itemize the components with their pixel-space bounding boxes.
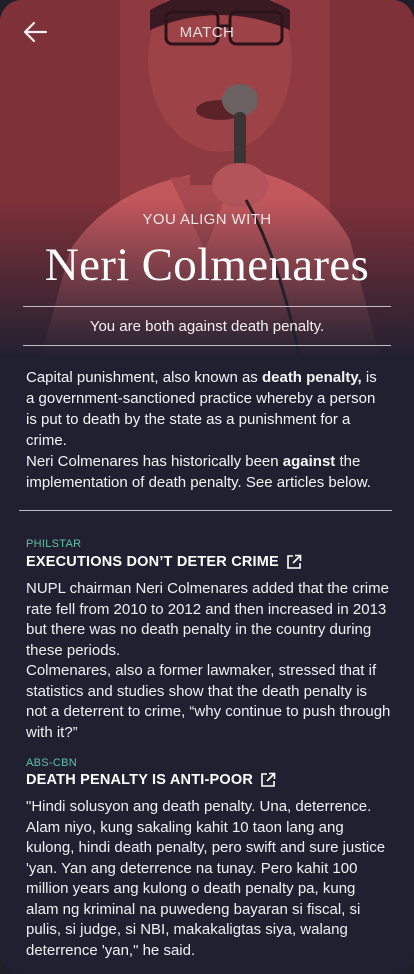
article-headline-link[interactable]: DEATH PENALTY IS ANTI-POOR: [26, 772, 276, 788]
external-link-icon: [261, 772, 276, 787]
intro-paragraph-definition: Capital punishment, also known as death …: [26, 367, 388, 451]
article-headline-link[interactable]: EXECUTIONS DON’T DETER CRIME: [26, 554, 302, 570]
article-headline: DEATH PENALTY IS ANTI-POOR: [26, 772, 254, 788]
intro-paragraph-stance: Neri Colmenares has historically been ag…: [26, 451, 388, 493]
article-paragraph: Colmenares, also a former lawmaker, stre…: [26, 662, 391, 741]
candidate-name: Neri Colmenares: [44, 239, 370, 291]
page-title: MATCH: [179, 24, 235, 41]
article-source: PHILSTAR: [26, 538, 82, 550]
section-divider: [19, 510, 392, 511]
article-paragraph: "Hindi solusyon ang death penalty. Una, …: [26, 798, 386, 959]
divider-bottom: [23, 345, 391, 346]
match-screen: MATCH YOU ALIGN WITH Neri Colmenares You…: [0, 0, 414, 974]
stance-text: Neri Colmenares has historically been: [26, 453, 283, 470]
external-link-icon: [287, 554, 302, 569]
align-label: YOU ALIGN WITH: [142, 211, 272, 228]
article-headline: EXECUTIONS DON’T DETER CRIME: [26, 554, 279, 570]
intro-text: Capital punishment, also known as: [26, 369, 262, 386]
top-bar: MATCH: [0, 18, 414, 46]
stance-bold: against: [282, 453, 336, 470]
article-source: ABS-CBN: [26, 757, 77, 769]
article-paragraph: NUPL chairman Neri Colmenares added that…: [26, 580, 389, 659]
intro-bold-term: death penalty,: [261, 369, 362, 386]
divider-top: [23, 306, 391, 307]
match-summary: You are both against death penalty.: [89, 318, 325, 335]
